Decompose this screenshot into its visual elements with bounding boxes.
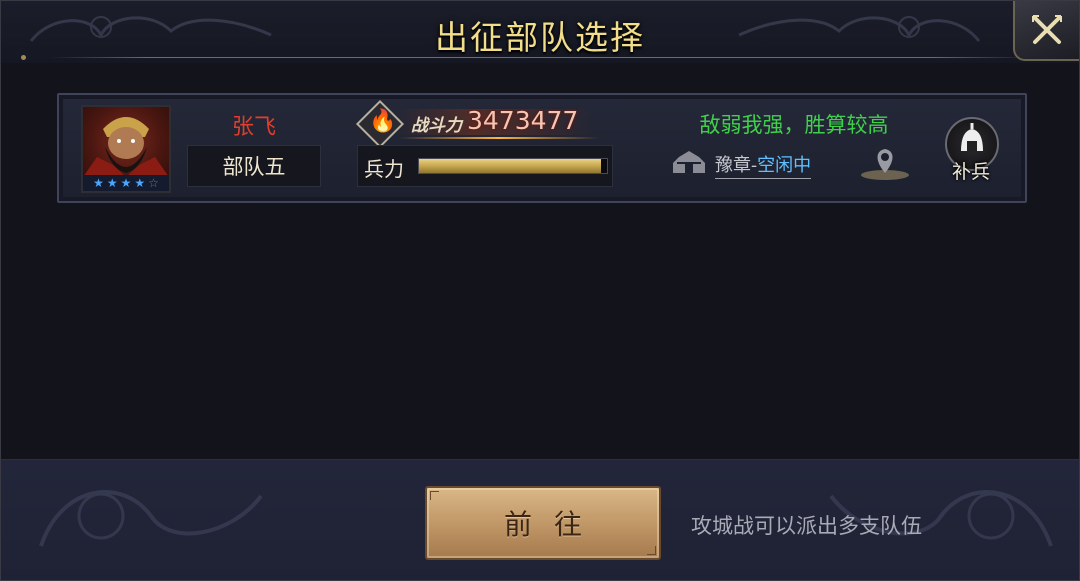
- troop-card[interactable]: ★ ★ ★ ★ ☆ 张飞 部队五 🔥 战斗力 3473477 兵力 敌弱我强，胜…: [57, 93, 1027, 203]
- location-text[interactable]: 豫章-空闲中: [715, 151, 812, 179]
- header-divider: [49, 57, 1031, 58]
- go-button[interactable]: 前往: [425, 486, 661, 560]
- dialog-footer: 前往 攻城战可以派出多支队伍: [1, 459, 1079, 580]
- troop-name: 部队五: [187, 145, 321, 187]
- hero-name: 张飞: [231, 115, 276, 140]
- star-filled-icon: ★: [134, 176, 146, 190]
- troop-status: 空闲中: [757, 155, 812, 176]
- header-dot: [21, 55, 26, 60]
- power-value: 3473477: [467, 106, 579, 135]
- go-button-label: 前往: [503, 508, 604, 541]
- footer-hint: 攻城战可以派出多支队伍: [691, 514, 922, 538]
- battle-forecast: 敌弱我强，胜算较高: [699, 113, 889, 137]
- star-filled-icon: ★: [106, 176, 118, 190]
- fire-icon: 🔥: [369, 109, 397, 134]
- location-city: 豫章: [715, 155, 751, 176]
- hero-portrait: ★ ★ ★ ★ ☆: [81, 105, 171, 193]
- power-glow: [399, 137, 599, 139]
- dialog-title: 出征部队选择: [435, 18, 645, 57]
- city-icon: [673, 151, 705, 173]
- troop-location: 豫章-空闲中: [671, 145, 911, 181]
- reinforce-button[interactable]: 补兵: [943, 117, 999, 183]
- troop-select-dialog: 出征部队选择 ★ ★ ★ ★ ☆ 张飞 部队五 🔥 战斗力 3473477 兵力…: [0, 0, 1080, 581]
- close-button[interactable]: [1013, 1, 1079, 61]
- troop-strength-bar: [418, 158, 608, 174]
- hero-avatar-icon: [83, 117, 169, 177]
- reinforce-label: 补兵: [951, 161, 990, 183]
- star-filled-icon: ★: [120, 176, 132, 190]
- hero-star-rating: ★ ★ ★ ★ ☆: [83, 175, 169, 191]
- location-pin-icon[interactable]: [859, 145, 911, 181]
- troop-strength-label: 兵力: [364, 157, 404, 181]
- swirl-ornament-icon: [39, 490, 263, 547]
- star-empty-icon: ☆: [148, 176, 159, 190]
- button-corner: [647, 546, 656, 555]
- star-filled-icon: ★: [93, 176, 104, 190]
- dialog-header: 出征部队选择: [1, 1, 1079, 63]
- power-label: 战斗力: [411, 116, 462, 136]
- troop-strength: 兵力: [357, 145, 613, 187]
- combat-power: 🔥 战斗力 3473477: [355, 99, 599, 149]
- button-corner: [430, 491, 439, 500]
- troop-strength-fill: [419, 159, 602, 173]
- close-icon: [1032, 15, 1062, 44]
